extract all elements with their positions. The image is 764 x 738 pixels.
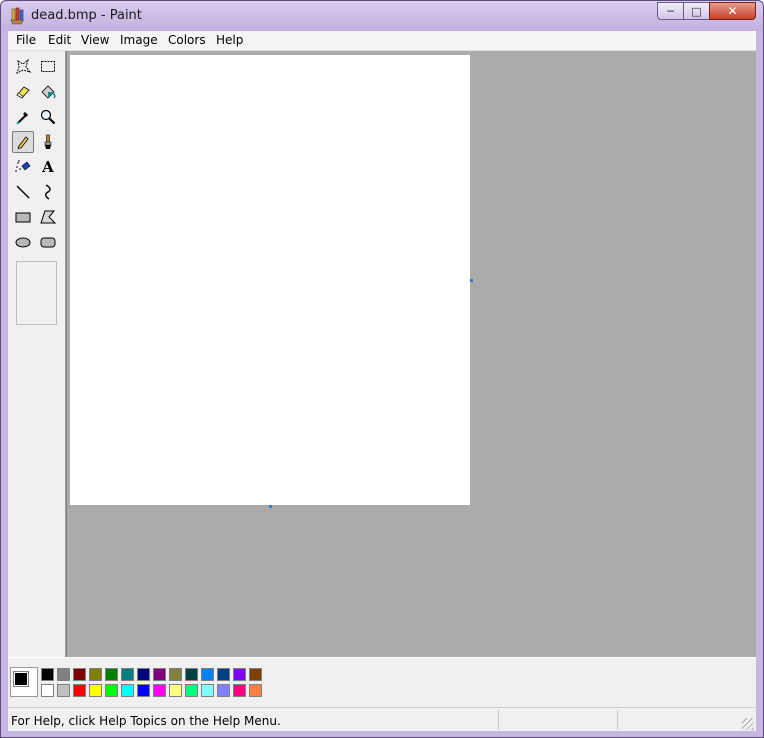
palette-color-top-13[interactable] [249,668,262,681]
pencil-tool[interactable] [12,131,34,153]
ellipse-icon [15,237,31,248]
free-form-select-tool[interactable] [12,56,34,78]
curve-tool[interactable] [37,181,59,203]
palette-color-top-10[interactable] [201,668,214,681]
menu-view[interactable]: View [81,33,109,47]
current-colors[interactable] [10,667,38,697]
client-area: File Edit View Image Colors Help A For H… [8,31,756,731]
paint-app-icon[interactable] [9,7,25,25]
status-pane-coordinates [498,710,617,730]
select-tool[interactable] [37,56,59,78]
status-bar: For Help, click Help Topics on the Help … [8,707,756,731]
minimize-button[interactable]: ─ [657,2,684,20]
palette-color-bottom-3[interactable] [89,684,102,697]
palette-color-bottom-0[interactable] [41,684,54,697]
eraser-tool[interactable] [12,81,34,103]
resize-handle-bottom[interactable] [269,505,272,508]
brush-tool[interactable] [37,131,59,153]
palette-color-top-0[interactable] [41,668,54,681]
text-icon: A [42,158,54,176]
pencil-icon [17,136,29,150]
magnifier-tool[interactable] [37,106,59,128]
pick-color-tool[interactable] [12,106,34,128]
line-icon [16,185,30,199]
free-form-select-icon [16,58,32,74]
rounded-rectangle-icon [40,237,56,248]
palette-color-top-12[interactable] [233,668,246,681]
palette-color-top-5[interactable] [121,668,134,681]
palette-color-top-6[interactable] [137,668,150,681]
rectangle-tool[interactable] [12,206,34,228]
foreground-color-swatch[interactable] [13,671,29,687]
brush-icon [44,134,52,149]
drawing-canvas[interactable] [70,55,470,505]
rounded-rectangle-tool[interactable] [37,231,59,253]
palette-color-bottom-8[interactable] [169,684,182,697]
canvas-workspace[interactable] [66,51,756,657]
palette-color-bottom-4[interactable] [105,684,118,697]
polygon-icon [40,210,57,224]
status-pane-size [617,710,738,730]
palette-color-bottom-12[interactable] [233,684,246,697]
menu-edit[interactable]: Edit [48,33,71,47]
title-bar[interactable]: dead.bmp - Paint ─ □ ✕ [1,1,763,31]
palette-color-bottom-11[interactable] [217,684,230,697]
pick-color-icon [16,112,28,125]
palette-color-bottom-7[interactable] [153,684,166,697]
palette-color-top-8[interactable] [169,668,182,681]
select-icon [41,61,55,72]
palette-color-top-7[interactable] [153,668,166,681]
palette-color-bottom-5[interactable] [121,684,134,697]
palette-color-top-11[interactable] [217,668,230,681]
status-help-text: For Help, click Help Topics on the Help … [11,714,281,728]
menu-colors[interactable]: Colors [168,33,206,47]
menu-image[interactable]: Image [120,33,158,47]
magnifier-icon [40,109,56,125]
palette-color-bottom-9[interactable] [185,684,198,697]
menu-bar: File Edit View Image Colors Help [8,31,756,51]
palette-color-bottom-2[interactable] [73,684,86,697]
palette-color-bottom-1[interactable] [57,684,70,697]
polygon-tool[interactable] [37,206,59,228]
palette-color-top-9[interactable] [185,668,198,681]
eraser-icon [16,86,30,99]
toolbox: A [8,51,66,657]
resize-grip[interactable] [742,718,754,730]
airbrush-icon [15,160,31,172]
maximize-button[interactable]: □ [683,2,710,20]
text-tool[interactable]: A [37,156,59,178]
palette-color-bottom-10[interactable] [201,684,214,697]
palette-color-bottom-13[interactable] [249,684,262,697]
paint-window: dead.bmp - Paint ─ □ ✕ File Edit View Im… [0,0,764,738]
line-tool[interactable] [12,181,34,203]
ellipse-tool[interactable] [12,231,34,253]
window-title: dead.bmp - Paint [31,8,142,23]
rectangle-icon [15,212,31,223]
menu-file[interactable]: File [16,33,36,47]
curve-icon [45,184,51,200]
palette-color-top-4[interactable] [105,668,118,681]
palette-color-bottom-6[interactable] [137,684,150,697]
palette-color-top-1[interactable] [57,668,70,681]
fill-tool[interactable] [37,81,59,103]
fill-with-color-icon [41,85,56,99]
airbrush-tool[interactable] [12,156,34,178]
resize-handle-right[interactable] [470,279,473,282]
tool-options-box[interactable] [16,261,57,325]
menu-help[interactable]: Help [216,33,243,47]
close-button[interactable]: ✕ [709,2,756,20]
palette-color-top-2[interactable] [73,668,86,681]
color-box [8,657,756,707]
palette-color-top-3[interactable] [89,668,102,681]
